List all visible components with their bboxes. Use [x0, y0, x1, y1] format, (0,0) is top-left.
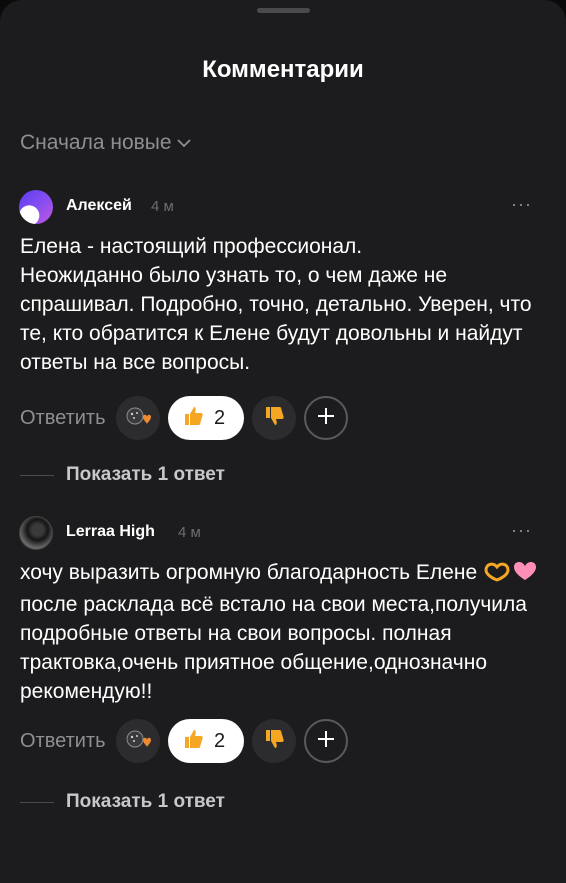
- like-button[interactable]: 2: [167, 719, 244, 763]
- like-button[interactable]: 2: [167, 396, 244, 440]
- show-replies-link[interactable]: Показать 1 ответ: [20, 791, 225, 813]
- more-dots-icon[interactable]: ···: [511, 520, 532, 541]
- sheet-grabber[interactable]: [257, 8, 310, 13]
- comment-author[interactable]: Lerraa High: [66, 523, 155, 541]
- heart-hands-emoji-icon: [483, 558, 537, 590]
- reaction-button[interactable]: [115, 719, 160, 763]
- comments-sheet: Комментарии Сначала новые Алексей 4 м ··…: [0, 0, 566, 883]
- comment-text-end: после расклада всё встало на свои места,…: [20, 593, 527, 703]
- reply-button[interactable]: Ответить: [20, 407, 106, 430]
- comment-text: Елена - настоящий профессионал. Неожидан…: [20, 235, 532, 374]
- thread-divider: [20, 474, 54, 476]
- comment-text-start: хочу выразить огромную благодарность Еле…: [20, 561, 478, 584]
- comment-actions: Ответить 2: [20, 718, 356, 764]
- add-reaction-button[interactable]: [303, 396, 348, 440]
- show-replies-link[interactable]: Показать 1 ответ: [20, 464, 225, 486]
- thumbs-up-icon: [182, 405, 204, 432]
- add-reaction-button[interactable]: [303, 719, 348, 763]
- plus-icon: [315, 728, 337, 755]
- avatar[interactable]: [19, 516, 53, 550]
- like-count: 2: [213, 406, 226, 429]
- page-title: Комментарии: [202, 56, 364, 83]
- dislike-button[interactable]: [251, 396, 296, 440]
- thumbs-up-icon: [182, 728, 204, 755]
- reply-button[interactable]: Ответить: [20, 730, 106, 753]
- comment-item: Алексей 4 м ··· Елена - настоящий профес…: [0, 188, 566, 485]
- comment-actions: Ответить 2: [20, 395, 356, 441]
- thumbs-down-icon: [263, 405, 285, 432]
- show-replies-label: Показать 1 ответ: [66, 464, 225, 485]
- comment-item: Lerraa High 4 м ··· хочу выразить огромн…: [0, 514, 566, 812]
- comment-text: хочу выразить огромную благодарность Еле…: [20, 558, 540, 706]
- chevron-down-icon: [176, 138, 191, 148]
- sort-dropdown[interactable]: Сначала новые: [20, 131, 191, 155]
- comment-time: 4 м: [151, 198, 174, 215]
- show-replies-label: Показать 1 ответ: [66, 791, 225, 812]
- sort-label: Сначала новые: [20, 131, 172, 154]
- reaction-button[interactable]: [115, 396, 160, 440]
- comment-author[interactable]: Алексей: [66, 197, 132, 215]
- thumbs-down-icon: [263, 728, 285, 755]
- dislike-button[interactable]: [251, 719, 296, 763]
- more-dots-icon[interactable]: ···: [511, 194, 532, 215]
- plus-icon: [315, 405, 337, 432]
- like-count: 2: [213, 729, 226, 752]
- thread-divider: [20, 801, 54, 803]
- reaction-icon: [125, 728, 151, 755]
- comment-time: 4 м: [178, 524, 201, 541]
- avatar[interactable]: [19, 190, 53, 224]
- reaction-icon: [125, 405, 151, 432]
